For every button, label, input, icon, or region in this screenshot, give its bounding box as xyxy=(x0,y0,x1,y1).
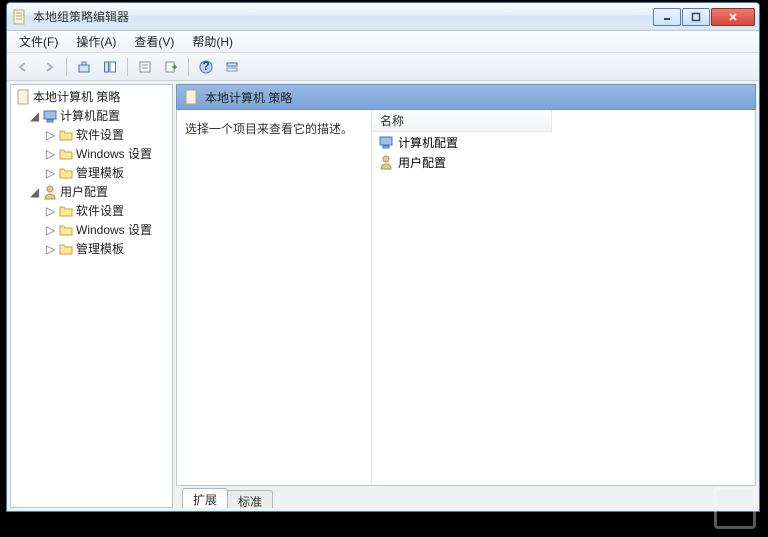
tree-item[interactable]: ▷ 软件设置 xyxy=(11,125,172,144)
menu-file[interactable]: 文件(F) xyxy=(11,31,66,52)
window-title: 本地组策略编辑器 xyxy=(33,8,652,25)
minimize-button[interactable] xyxy=(653,8,681,26)
list-item[interactable]: 用户配置 xyxy=(372,152,755,172)
description-text: 选择一个项目来查看它的描述。 xyxy=(185,122,353,136)
expand-icon[interactable]: ▷ xyxy=(45,243,56,254)
tab-standard[interactable]: 标准 xyxy=(227,490,273,508)
computer-icon xyxy=(378,134,394,150)
menu-help[interactable]: 帮助(H) xyxy=(184,31,241,52)
list-item-label: 用户配置 xyxy=(398,154,446,171)
tree-computer-config[interactable]: ◢ 计算机配置 xyxy=(11,106,172,125)
folder-icon xyxy=(58,165,74,181)
user-icon xyxy=(378,154,394,170)
expand-icon[interactable]: ▷ xyxy=(45,129,56,140)
computer-icon xyxy=(42,108,58,124)
tree-label: 计算机配置 xyxy=(60,107,120,124)
menu-action[interactable]: 操作(A) xyxy=(68,31,124,52)
maximize-button[interactable] xyxy=(682,8,710,26)
menu-view[interactable]: 查看(V) xyxy=(126,31,182,52)
tree-panel[interactable]: 本地计算机 策略 ◢ 计算机配置 ▷ 软件设置 ▷ Windows 设置 ▷ 管… xyxy=(10,84,173,508)
list-pane[interactable]: 名称 计算机配置 用户配置 xyxy=(372,110,755,485)
folder-icon xyxy=(58,146,74,162)
tree-label: 软件设置 xyxy=(76,202,124,219)
tree-root[interactable]: 本地计算机 策略 xyxy=(11,87,172,106)
toolbar-separator xyxy=(66,58,67,76)
detail-title: 本地计算机 策略 xyxy=(205,89,292,106)
tree-label: 软件设置 xyxy=(76,126,124,143)
help-button[interactable]: ? xyxy=(194,56,218,78)
tab-extended[interactable]: 扩展 xyxy=(182,488,228,508)
collapse-icon[interactable]: ◢ xyxy=(29,110,40,121)
list-item[interactable]: 计算机配置 xyxy=(372,132,755,152)
close-button[interactable] xyxy=(711,8,755,26)
show-hide-tree-button[interactable] xyxy=(98,56,122,78)
collapse-icon[interactable]: ◢ xyxy=(29,186,40,197)
document-icon xyxy=(15,89,31,105)
titlebar[interactable]: 本地组策略编辑器 xyxy=(7,3,759,31)
export-button[interactable] xyxy=(159,56,183,78)
forward-button xyxy=(37,56,61,78)
tree-item[interactable]: ▷ 管理模板 xyxy=(11,163,172,182)
properties-button[interactable] xyxy=(133,56,157,78)
tab-strip: 扩展 标准 xyxy=(176,486,756,508)
tree-user-config[interactable]: ◢ 用户配置 xyxy=(11,182,172,201)
folder-icon xyxy=(58,241,74,257)
tree-label: 管理模板 xyxy=(76,164,124,181)
content-area: 本地计算机 策略 ◢ 计算机配置 ▷ 软件设置 ▷ Windows 设置 ▷ 管… xyxy=(7,81,759,511)
tree-item[interactable]: ▷ 管理模板 xyxy=(11,239,172,258)
folder-icon xyxy=(58,222,74,238)
description-pane: 选择一个项目来查看它的描述。 xyxy=(177,110,372,485)
list-item-label: 计算机配置 xyxy=(398,134,458,151)
tree-label: 管理模板 xyxy=(76,240,124,257)
tree-label: Windows 设置 xyxy=(76,145,152,162)
detail-panel: 本地计算机 策略 选择一个项目来查看它的描述。 名称 计算机配置 用户配置 xyxy=(176,84,756,508)
gpedit-window: 本地组策略编辑器 文件(F) 操作(A) 查看(V) 帮助(H) ? 本地计算机… xyxy=(6,2,760,512)
tree-label: Windows 设置 xyxy=(76,221,152,238)
folder-icon xyxy=(58,127,74,143)
document-icon xyxy=(183,89,199,105)
user-icon xyxy=(42,184,58,200)
detail-header: 本地计算机 策略 xyxy=(176,84,756,110)
tree-item[interactable]: ▷ 软件设置 xyxy=(11,201,172,220)
column-header-name[interactable]: 名称 xyxy=(372,110,552,132)
back-button xyxy=(11,56,35,78)
filter-button[interactable] xyxy=(220,56,244,78)
expand-icon[interactable]: ▷ xyxy=(45,167,56,178)
expand-icon[interactable]: ▷ xyxy=(45,224,56,235)
tree-item[interactable]: ▷ Windows 设置 xyxy=(11,144,172,163)
detail-body: 选择一个项目来查看它的描述。 名称 计算机配置 用户配置 xyxy=(176,110,756,486)
tree-label: 用户配置 xyxy=(60,183,108,200)
tree-item[interactable]: ▷ Windows 设置 xyxy=(11,220,172,239)
window-controls xyxy=(652,8,755,26)
app-icon xyxy=(11,9,27,25)
folder-icon xyxy=(58,203,74,219)
toolbar-separator xyxy=(188,58,189,76)
expand-icon[interactable]: ▷ xyxy=(45,205,56,216)
tree-label: 本地计算机 策略 xyxy=(33,88,120,105)
svg-text:?: ? xyxy=(202,60,209,73)
toolbar: ? xyxy=(7,53,759,81)
menubar: 文件(F) 操作(A) 查看(V) 帮助(H) xyxy=(7,31,759,53)
toolbar-separator xyxy=(127,58,128,76)
expand-icon[interactable]: ▷ xyxy=(45,148,56,159)
up-button[interactable] xyxy=(72,56,96,78)
